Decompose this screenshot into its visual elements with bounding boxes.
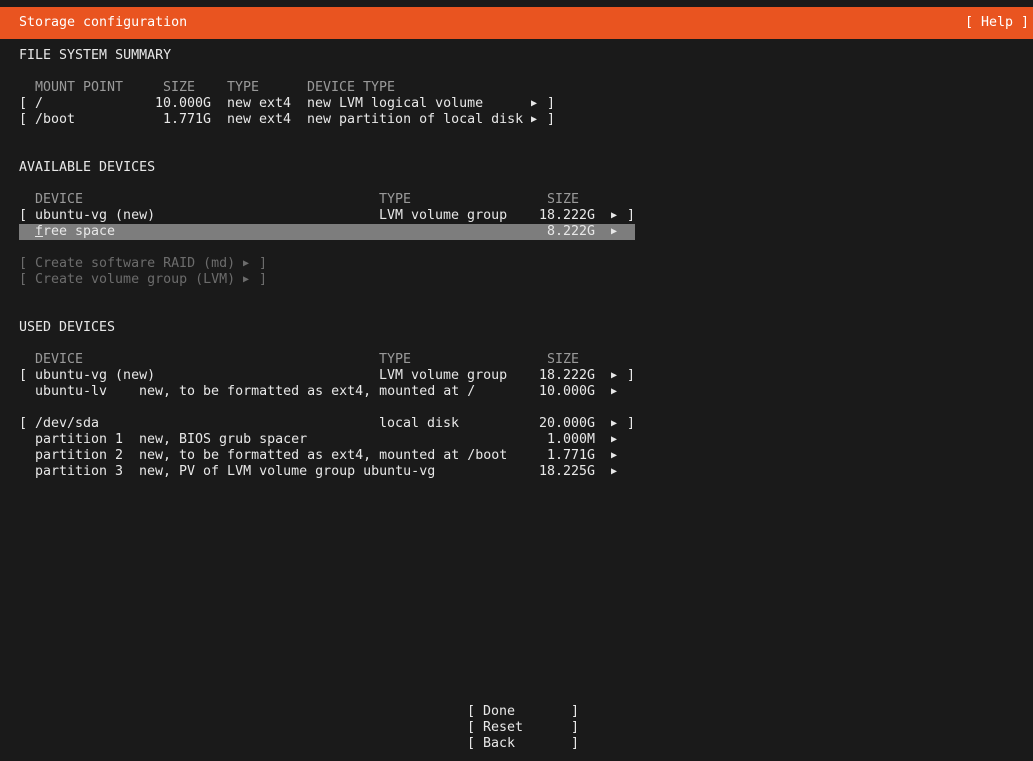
arrow-right-icon: ▶ (531, 114, 538, 125)
arrow-right-icon: ▶ (611, 386, 618, 397)
device-size: 18.222G (538, 208, 595, 223)
partition-description: new, BIOS grub spacer (139, 432, 308, 447)
arrow-right-icon: ▶ (611, 434, 618, 445)
close-bracket: ] (259, 256, 268, 271)
mount-point: /boot (35, 112, 76, 127)
title-bar: Storage configuration [ Help ] (0, 7, 1033, 39)
col-type: TYPE (379, 192, 412, 207)
device-name: /dev/sda (35, 416, 100, 431)
arrow-right-icon: ▶ (243, 274, 250, 285)
col-size: SIZE (163, 80, 196, 95)
device-size: 18.222G (538, 368, 595, 383)
open-bracket: [ (19, 208, 28, 223)
col-device: DEVICE (35, 192, 84, 207)
arrow-right-icon: ▶ (243, 258, 250, 269)
arrow-right-icon: ▶ (611, 226, 618, 237)
screen-title: Storage configuration (19, 15, 188, 30)
fs-type: new ext4 (227, 96, 292, 111)
arrow-right-icon: ▶ (611, 210, 618, 221)
partition-size: 18.225G (538, 464, 595, 479)
partition-name: partition 3 (35, 464, 124, 479)
partition-description: new, PV of LVM volume group ubuntu-vg (139, 464, 436, 479)
close-bracket: ] (571, 704, 580, 719)
arrow-right-icon: ▶ (611, 418, 618, 429)
used-devices-heading: USED DEVICES (19, 320, 116, 335)
device-size: 10.000G (538, 384, 595, 399)
col-type: TYPE (379, 352, 412, 367)
open-bracket: [ (19, 368, 28, 383)
reset-label: Reset (483, 720, 524, 735)
partition-description: new, to be formatted as ext4, mounted at… (139, 448, 508, 463)
device-type: LVM volume group (379, 368, 508, 383)
close-bracket: ] (627, 416, 636, 431)
partition-name: partition 1 (35, 432, 124, 447)
partition-name: partition 2 (35, 448, 124, 463)
device-name: ubuntu-vg (new) (35, 208, 156, 223)
device-size: 20.000G (538, 416, 595, 431)
partition-size: 1.000M (546, 432, 595, 447)
col-mount-point: MOUNT POINT (35, 80, 124, 95)
col-size: SIZE (547, 192, 580, 207)
device-name: ubuntu-vg (new) (35, 368, 156, 383)
open-bracket: [ (19, 272, 28, 287)
fs-type: new ext4 (227, 112, 292, 127)
open-bracket: [ (467, 704, 476, 719)
available-devices-heading: AVAILABLE DEVICES (19, 160, 156, 175)
open-bracket: [ (19, 416, 28, 431)
fs-summary-heading: FILE SYSTEM SUMMARY (19, 48, 172, 63)
col-type: TYPE (227, 80, 260, 95)
col-size: SIZE (547, 352, 580, 367)
open-bracket: [ (19, 96, 28, 111)
device-name: ubuntu-lv (35, 384, 108, 399)
device-description: new, to be formatted as ext4, mounted at… (139, 384, 476, 399)
close-bracket: ] (547, 112, 556, 127)
close-bracket: ] (571, 736, 580, 751)
create-vg-label: Create volume group (LVM) (35, 272, 236, 287)
create-raid-label: Create software RAID (md) (35, 256, 236, 271)
close-bracket: ] (259, 272, 268, 287)
arrow-right-icon: ▶ (531, 98, 538, 109)
col-device-type: DEVICE TYPE (307, 80, 396, 95)
fs-size: 10.000G (155, 96, 212, 111)
arrow-right-icon: ▶ (611, 450, 618, 461)
col-device: DEVICE (35, 352, 84, 367)
device-type: local disk (379, 416, 460, 431)
open-bracket: [ (467, 720, 476, 735)
arrow-right-icon: ▶ (611, 466, 618, 477)
help-button[interactable]: [ Help ] (965, 15, 1029, 31)
free-space-hotkey: f (35, 224, 44, 239)
fs-device-type: new partition of local disk (307, 112, 524, 127)
mount-point: / (35, 96, 44, 111)
device-type: LVM volume group (379, 208, 508, 223)
top-gap (0, 0, 1033, 7)
open-bracket: [ (19, 256, 28, 271)
fs-size: 1.771G (162, 112, 211, 127)
free-space-size: 8.222G (546, 224, 595, 239)
free-space-label: ree space (43, 224, 116, 239)
done-label: Done (483, 704, 516, 719)
back-label: Back (483, 736, 516, 751)
open-bracket: [ (19, 112, 28, 127)
arrow-right-icon: ▶ (611, 370, 618, 381)
close-bracket: ] (627, 368, 636, 383)
fs-device-type: new LVM logical volume (307, 96, 484, 111)
close-bracket: ] (547, 96, 556, 111)
open-bracket: [ (467, 736, 476, 751)
close-bracket: ] (627, 208, 636, 223)
partition-size: 1.771G (546, 448, 595, 463)
close-bracket: ] (571, 720, 580, 735)
